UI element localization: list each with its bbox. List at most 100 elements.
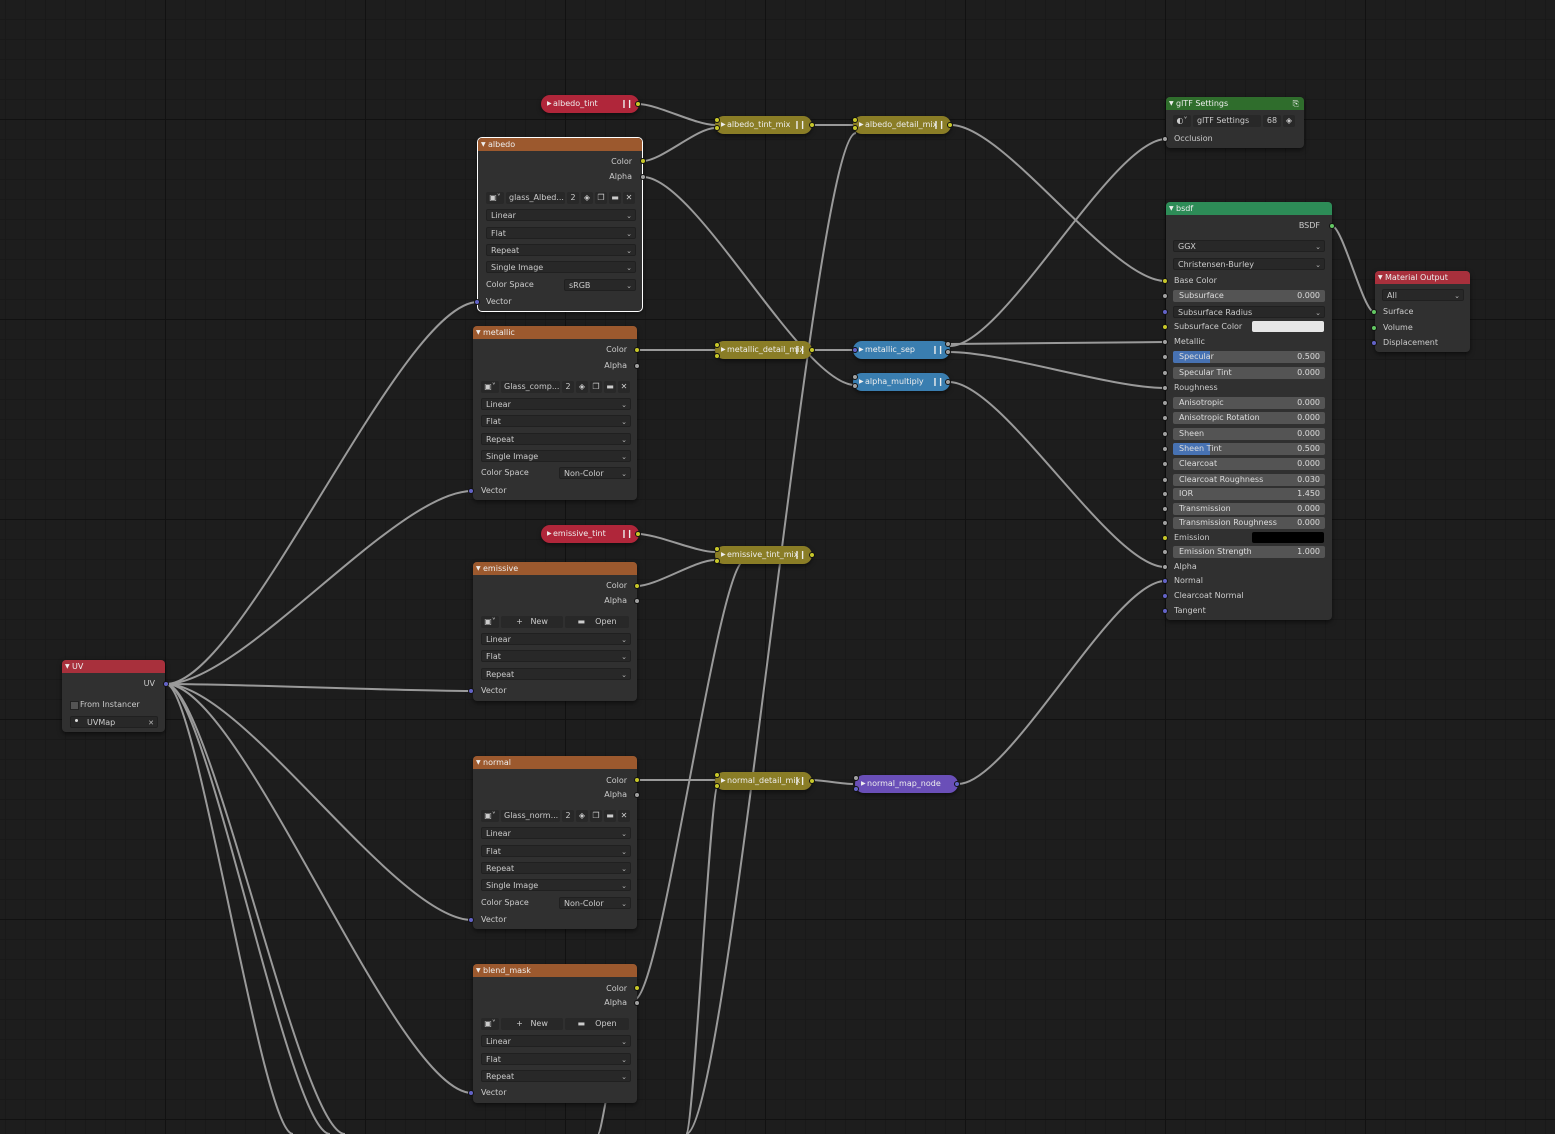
socket[interactable] <box>809 552 815 558</box>
socket[interactable] <box>468 688 474 694</box>
user-count[interactable]: 68 <box>1263 115 1281 127</box>
material-output-node[interactable]: ▼ Material Output All ⌄ Surface Volume Dis… <box>1375 271 1470 352</box>
image-selector[interactable]: ▣˅ Glass_norm... 2 ◈ ❐ ▬ ✕ <box>481 810 630 822</box>
socket[interactable] <box>1162 278 1168 284</box>
image-name-field[interactable]: Glass_comp... <box>501 381 560 393</box>
subsurface-radius-select[interactable]: Subsurface Radius ⌄ <box>1173 306 1325 318</box>
socket[interactable] <box>1371 325 1377 331</box>
node-header[interactable]: ▼ blend_mask <box>473 964 637 977</box>
folder-icon[interactable]: ▬ <box>604 381 616 393</box>
user-count[interactable]: 2 <box>562 381 574 393</box>
socket[interactable] <box>1162 309 1168 315</box>
socket[interactable] <box>634 1000 640 1006</box>
node-header[interactable]: ▼ UV <box>62 660 165 673</box>
output-target-select[interactable]: All ⌄ <box>1382 289 1464 301</box>
projection-select[interactable]: Flat ⌄ <box>481 650 631 662</box>
color-space-select[interactable]: Non-Color ⌄ <box>559 897 631 909</box>
socket[interactable] <box>640 158 646 164</box>
socket[interactable] <box>809 778 815 784</box>
collapse-triangle-icon[interactable]: ▼ <box>1378 271 1383 284</box>
image-icon[interactable]: ▣˅ <box>481 1018 499 1030</box>
socket[interactable] <box>954 781 960 787</box>
folder-icon[interactable]: ▬ <box>604 810 616 822</box>
socket[interactable] <box>945 349 951 355</box>
socket[interactable] <box>1162 400 1168 406</box>
socket[interactable] <box>1162 477 1168 483</box>
image-name-field[interactable]: Glass_norm... <box>501 810 560 822</box>
expand-triangle-icon[interactable]: ▶ <box>859 116 864 134</box>
socket[interactable] <box>634 792 640 798</box>
uv-map-node[interactable]: ▼ UV UV From Instancer UVMap ✕ <box>62 660 165 732</box>
projection-select[interactable]: Flat ⌄ <box>481 845 631 857</box>
node-header[interactable]: ▼ Material Output <box>1375 271 1470 284</box>
socket[interactable] <box>1162 506 1168 512</box>
expand-triangle-icon[interactable]: ▶ <box>721 772 726 790</box>
socket[interactable] <box>852 347 858 353</box>
expand-triangle-icon[interactable]: ▶ <box>721 341 726 359</box>
collapse-triangle-icon[interactable]: ▼ <box>65 660 70 673</box>
socket[interactable] <box>1162 385 1168 391</box>
shield-icon[interactable]: ◈ <box>581 192 593 204</box>
specular-tint-field[interactable]: Specular Tint 0.000 <box>1173 367 1325 379</box>
socket[interactable] <box>634 598 640 604</box>
alpha-multiply-node[interactable]: ▶ alpha_multiply ❙❙ <box>853 373 950 391</box>
socket[interactable] <box>852 125 858 131</box>
emissive-tint-mix-node[interactable]: ▶ emissive_tint_mix ❙❙ <box>715 546 812 564</box>
collapse-triangle-icon[interactable]: ▼ <box>481 138 486 151</box>
socket[interactable] <box>468 488 474 494</box>
anisotropic-rotation-field[interactable]: Anisotropic Rotation 0.000 <box>1173 412 1325 424</box>
extension-select[interactable]: Repeat ⌄ <box>481 1070 631 1082</box>
user-count[interactable]: 2 <box>562 810 574 822</box>
socket[interactable] <box>1162 370 1168 376</box>
socket[interactable] <box>1162 339 1168 345</box>
socket[interactable] <box>1162 354 1168 360</box>
interpolation-select[interactable]: Linear ⌄ <box>481 827 631 839</box>
socket[interactable] <box>809 122 815 128</box>
distribution-select[interactable]: GGX ⌄ <box>1173 240 1325 252</box>
subsurface-method-select[interactable]: Christensen-Burley ⌄ <box>1173 258 1325 270</box>
extension-select[interactable]: Repeat ⌄ <box>486 244 636 256</box>
open-image-button[interactable]: ▬ Open <box>565 1018 629 1030</box>
socket[interactable] <box>634 777 640 783</box>
normal-detail-mix-node[interactable]: ▶ normal_detail_mix ❙❙ <box>715 772 812 790</box>
metallic-sep-node[interactable]: ▶ metallic_sep ❙❙ <box>853 341 950 359</box>
duplicate-icon[interactable]: ❐ <box>590 381 602 393</box>
socket[interactable] <box>714 546 720 552</box>
image-name-field[interactable]: glass_Albed... <box>506 192 565 204</box>
albedo-texture-node[interactable]: ▼ albedo Color Alpha ▣˅ glass_Albed... 2 … <box>477 137 643 312</box>
socket[interactable] <box>474 299 480 305</box>
socket[interactable] <box>1162 324 1168 330</box>
image-selector[interactable]: ▣˅ glass_Albed... 2 ◈ ❐ ▬ ✕ <box>486 192 635 204</box>
transmission-roughness-field[interactable]: Transmission Roughness 0.000 <box>1173 517 1325 529</box>
image-icon[interactable]: ▣˅ <box>481 810 499 822</box>
projection-select[interactable]: Flat ⌄ <box>481 415 631 427</box>
socket[interactable] <box>1162 608 1168 614</box>
expand-triangle-icon[interactable]: ▶ <box>547 95 552 113</box>
socket[interactable] <box>1162 593 1168 599</box>
socket[interactable] <box>635 531 641 537</box>
socket[interactable] <box>468 1090 474 1096</box>
socket[interactable] <box>468 917 474 923</box>
color-space-select[interactable]: sRGB ⌄ <box>564 279 636 291</box>
clearcoat-roughness-field[interactable]: Clearcoat Roughness 0.030 <box>1173 474 1325 486</box>
socket[interactable] <box>945 341 951 347</box>
image-icon[interactable]: ▣˅ <box>486 192 504 204</box>
node-header[interactable]: ▼ albedo <box>478 138 642 151</box>
emissive-texture-node[interactable]: ▼ emissive Color Alpha ▣˅ + New ▬ Open Li… <box>473 562 637 701</box>
image-new-open-bar[interactable]: ▣˅ + New ▬ Open <box>481 616 629 628</box>
socket[interactable] <box>1162 415 1168 421</box>
socket[interactable] <box>1162 431 1168 437</box>
transmission-field[interactable]: Transmission 0.000 <box>1173 503 1325 515</box>
node-header[interactable]: ▼ glTF Settings ⎘ <box>1166 97 1304 110</box>
source-select[interactable]: Single Image ⌄ <box>481 879 631 891</box>
metallic-detail-mix-node[interactable]: ▶ metallic_detail_mix ❙❙ <box>715 341 812 359</box>
normal-map-node[interactable]: ▶ normal_map_node <box>855 775 958 793</box>
image-icon[interactable]: ▣˅ <box>481 616 499 628</box>
socket[interactable] <box>1162 535 1168 541</box>
shield-icon[interactable]: ◈ <box>576 810 588 822</box>
socket[interactable] <box>1329 223 1335 229</box>
socket[interactable] <box>1162 564 1168 570</box>
uvmap-field[interactable]: UVMap ✕ <box>70 716 158 728</box>
socket[interactable] <box>1162 136 1168 142</box>
interpolation-select[interactable]: Linear ⌄ <box>481 633 631 645</box>
